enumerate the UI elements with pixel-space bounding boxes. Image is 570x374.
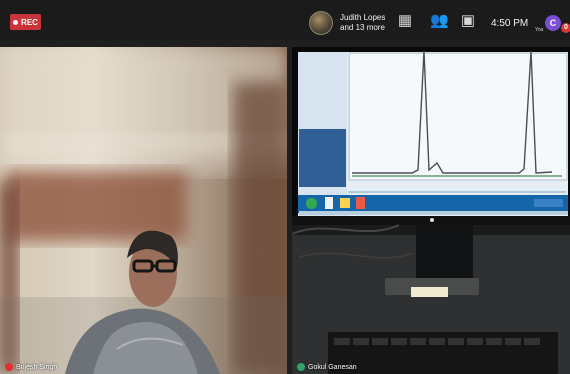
meeting-window: REC Judith Lopes and 13 more ▦ 👥 ▣ 4:50 … bbox=[0, 0, 570, 374]
participant-video-tile-brijesh[interactable]: Brijesh Singh bbox=[0, 47, 287, 374]
participants-summary[interactable]: Judith Lopes and 13 more bbox=[309, 11, 385, 35]
participant-name-gokul: Gokul Ganesan bbox=[297, 363, 357, 371]
participant-summary-text: Judith Lopes and 13 more bbox=[340, 13, 386, 32]
participant-video bbox=[0, 47, 287, 374]
meeting-top-bar: REC Judith Lopes and 13 more ▦ 👥 ▣ 4:50 … bbox=[0, 0, 570, 40]
participant-name-brijesh: Brijesh Singh bbox=[5, 363, 57, 371]
participant-name-label: Brijesh Singh bbox=[16, 363, 58, 371]
participant-name-label: Gokul Ganesan bbox=[308, 363, 357, 371]
microphone-icon bbox=[297, 363, 305, 371]
grid-layout-icon[interactable]: ▦ bbox=[397, 13, 413, 29]
shared-screen-video bbox=[292, 47, 570, 374]
participant-video-tile-gokul[interactable]: Gokul Ganesan bbox=[292, 47, 570, 374]
recording-badge: REC bbox=[10, 14, 41, 30]
recording-label: REC bbox=[21, 17, 38, 27]
meeting-time: 4:50 PM bbox=[491, 18, 529, 29]
current-user-label: You bbox=[535, 27, 544, 33]
participants-avatar-icon bbox=[309, 11, 333, 35]
chat-icon[interactable]: ▣ bbox=[460, 13, 476, 29]
notification-badge: 0 bbox=[561, 23, 570, 33]
people-icon[interactable]: 👥 bbox=[430, 13, 449, 29]
recording-dot-icon bbox=[13, 19, 19, 25]
muted-microphone-icon bbox=[5, 363, 13, 371]
current-user-avatar[interactable]: C bbox=[545, 15, 561, 31]
